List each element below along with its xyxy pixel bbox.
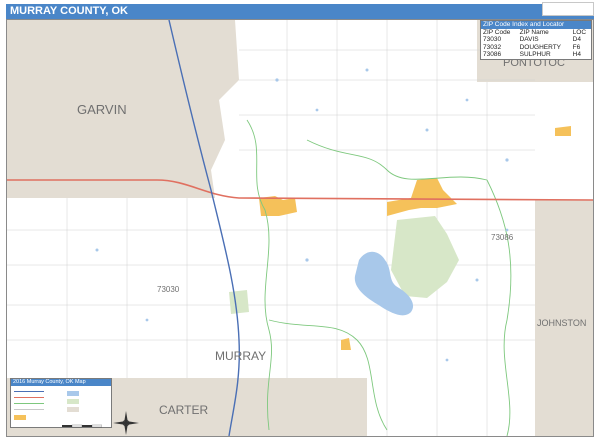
- zip-legend-header-row: ZIP Code ZIP Name LOC: [481, 29, 591, 37]
- zip-legend-header: ZIP Code: [483, 28, 511, 36]
- zip-legend-row[interactable]: 73030 DAVIS D4: [481, 36, 591, 44]
- zip-73030-label: 73030: [157, 285, 180, 294]
- zip-name: SULPHUR: [519, 51, 551, 58]
- page: MURRAY COUNTY, OK GARVIN PONTOTOC JOHNST…: [0, 0, 600, 442]
- key-zip-line: [14, 403, 44, 408]
- zip-legend-row[interactable]: 73086 SULPHUR H4: [481, 51, 591, 59]
- zip-legend-title: ZIP Code Index and Locator: [481, 21, 591, 29]
- county-map[interactable]: GARVIN PONTOTOC JOHNSTON CARTER MURRAY 7…: [6, 19, 594, 437]
- murray-label: MURRAY: [215, 349, 266, 363]
- key-county-swatch: [67, 407, 79, 412]
- map-canvas: GARVIN PONTOTOC JOHNSTON CARTER MURRAY 7…: [7, 20, 593, 436]
- key-water-swatch: [67, 391, 79, 396]
- zip-legend-table: ZIP Code ZIP Name LOC 73030 DAVIS D4 730…: [481, 29, 591, 59]
- johnston-label: JOHNSTON: [537, 318, 586, 328]
- key-road-line: [14, 409, 44, 414]
- brand-logo: [542, 2, 594, 16]
- zip-loc: F6: [572, 43, 581, 51]
- map-key-title: 2016 Murray County, OK Map: [11, 379, 111, 386]
- key-park-swatch: [67, 399, 79, 404]
- key-highway-line: [14, 397, 44, 402]
- map-key: 2016 Murray County, OK Map: [10, 378, 112, 428]
- garvin-label: GARVIN: [77, 102, 127, 117]
- zip-name: DAVIS: [519, 36, 539, 43]
- zip-code: 73032: [483, 43, 502, 51]
- zip-loc: H4: [572, 51, 581, 58]
- zip-73086-label: 73086: [491, 233, 514, 242]
- page-title: MURRAY COUNTY, OK: [10, 5, 128, 17]
- zip-legend-header: LOC: [572, 28, 587, 36]
- key-interstate-line: [14, 391, 44, 396]
- zip-code: 73086: [483, 51, 502, 58]
- carter-label: CARTER: [159, 403, 208, 417]
- north-arrow-icon: [113, 411, 139, 435]
- scale-bar: [62, 424, 102, 428]
- title-bar: MURRAY COUNTY, OK: [6, 4, 594, 19]
- zip-code: 73030: [483, 36, 502, 43]
- zip-name: DOUGHERTY: [519, 43, 562, 51]
- park-area-small: [229, 290, 249, 314]
- zip-loc: D4: [572, 36, 581, 43]
- zip-code-legend: ZIP Code Index and Locator ZIP Code ZIP …: [480, 20, 592, 60]
- zip-legend-header: ZIP Name: [519, 28, 549, 36]
- key-city-swatch: [14, 415, 26, 420]
- zip-legend-row[interactable]: 73032 DOUGHERTY F6: [481, 44, 591, 52]
